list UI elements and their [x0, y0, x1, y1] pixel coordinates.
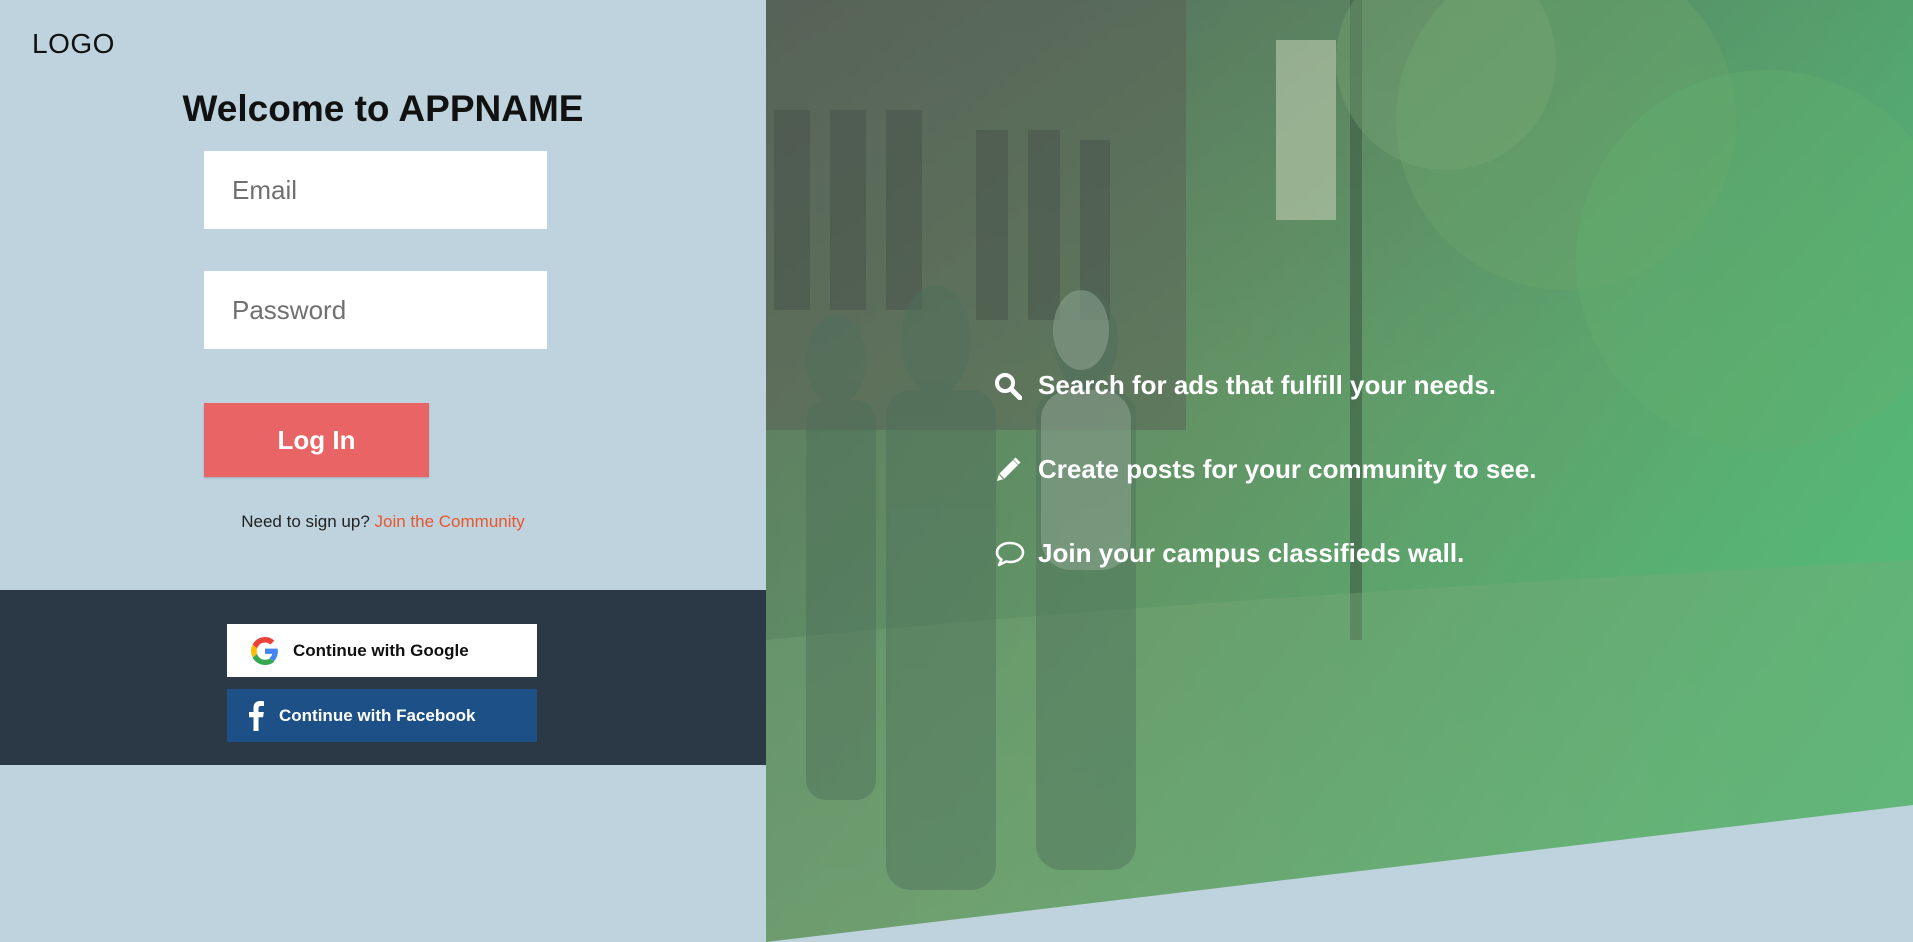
decorative-wedge: [766, 805, 1913, 942]
google-login-button[interactable]: Continue with Google: [227, 624, 537, 677]
page-title: Welcome to APPNAME: [182, 88, 584, 129]
login-panel: LOGO Welcome to APPNAME Log In Need to s…: [0, 0, 766, 942]
signup-prompt-text: Need to sign up?: [241, 512, 370, 531]
signup-prompt: Need to sign up? Join the Community: [0, 512, 766, 532]
login-button[interactable]: Log In: [204, 403, 429, 477]
social-login-band: Continue with Google Continue with Faceb…: [0, 590, 766, 765]
password-field[interactable]: [204, 271, 547, 349]
google-button-label: Continue with Google: [293, 640, 469, 660]
facebook-icon: [247, 700, 265, 731]
logo: LOGO: [32, 28, 115, 59]
email-field[interactable]: [204, 151, 547, 229]
google-icon: [251, 636, 279, 665]
facebook-button-label: Continue with Facebook: [279, 705, 476, 725]
facebook-login-button[interactable]: Continue with Facebook: [227, 689, 537, 742]
join-community-link[interactable]: Join the Community: [375, 512, 525, 531]
hero-panel: Search for ads that fulfill your needs. …: [766, 0, 1913, 942]
